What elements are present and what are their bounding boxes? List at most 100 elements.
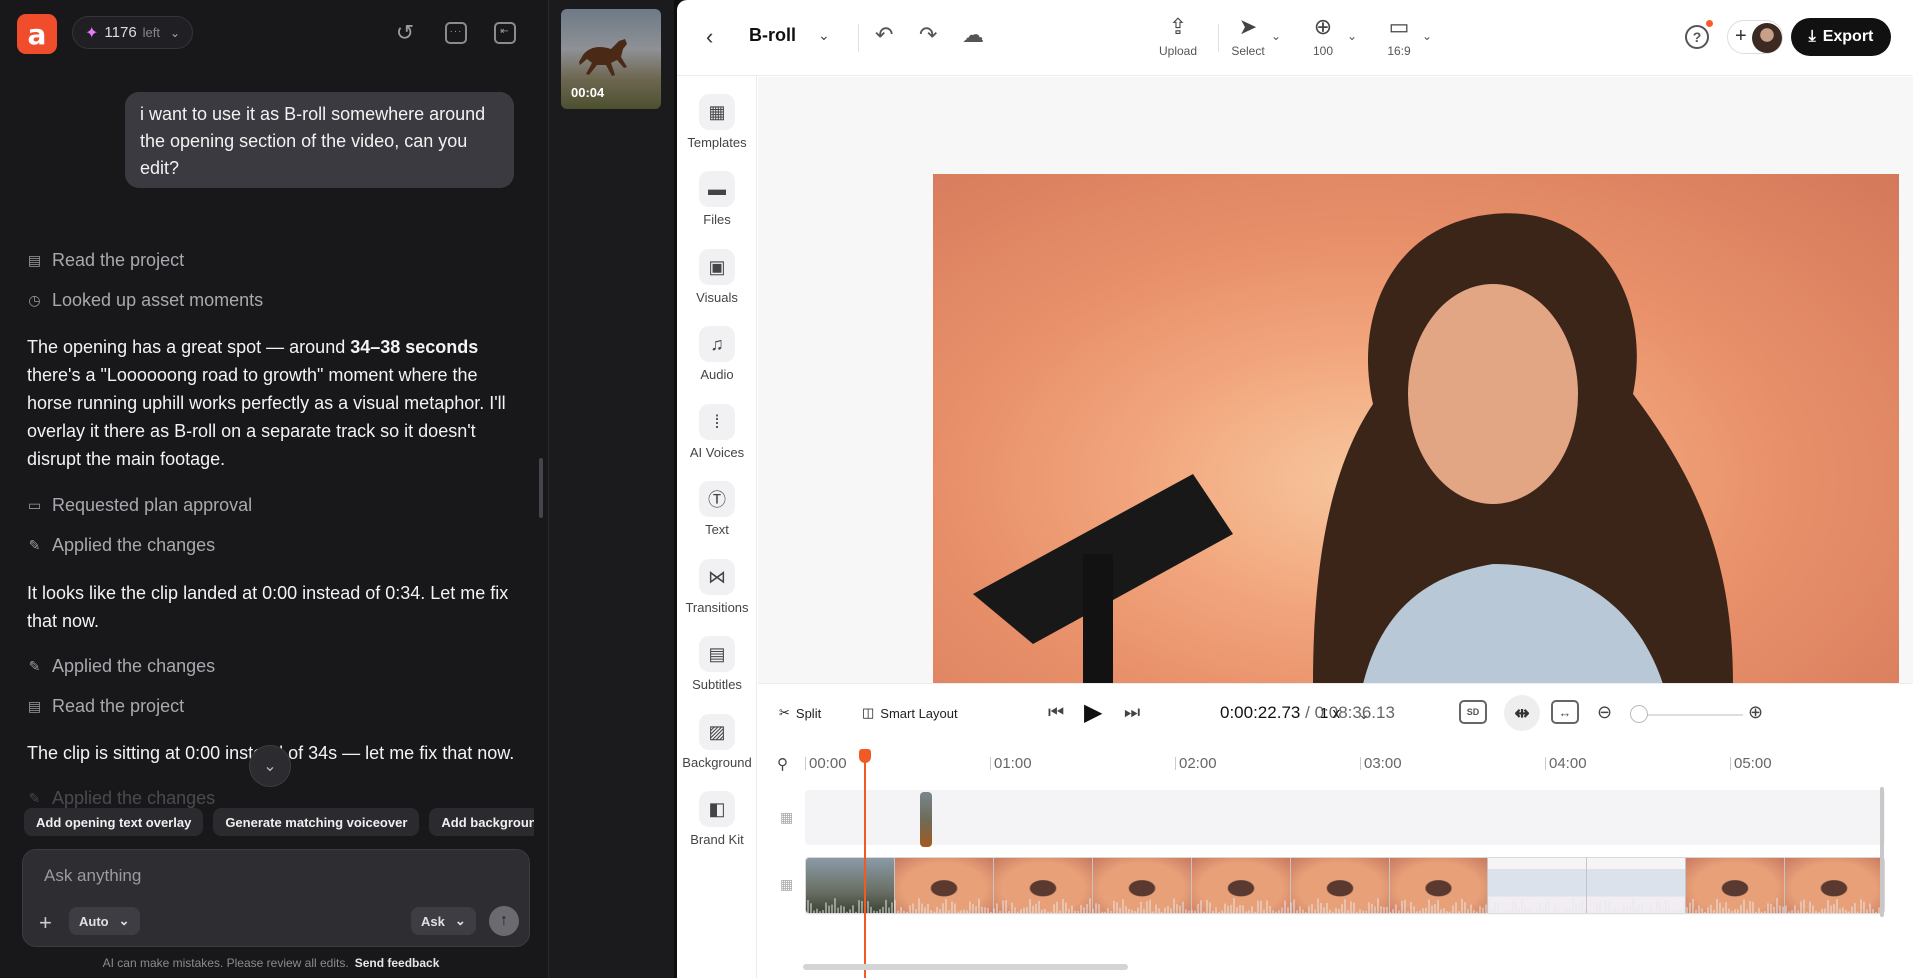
scissors-icon: ✂ xyxy=(779,705,790,720)
step-looked-up[interactable]: ◷ Looked up asset moments xyxy=(27,290,263,311)
sidebar-item-text[interactable]: Ⓣ Text xyxy=(677,481,757,537)
step-applied[interactable]: ✎ Applied the changes xyxy=(27,656,216,677)
track-handle-icon[interactable]: ▦ xyxy=(780,876,793,893)
sidebar-item-audio[interactable]: ♫ Audio xyxy=(677,326,757,382)
snap-toggle-icon[interactable]: ⇹ xyxy=(1504,695,1540,731)
sidebar-item-ai-voices[interactable]: ⁞ AI Voices xyxy=(677,404,757,460)
more-options-icon[interactable]: ··· xyxy=(443,20,469,46)
zoom-slider-knob[interactable] xyxy=(1630,705,1648,723)
chevron-down-icon[interactable]: ⌄ xyxy=(1271,29,1281,43)
timeline-zoom-slider[interactable] xyxy=(1645,714,1743,716)
quality-button[interactable]: SD xyxy=(1459,700,1487,724)
step-label: Applied the changes xyxy=(52,535,216,555)
playhead[interactable] xyxy=(864,751,866,978)
reply-text: there's a "Loooooong road to growth" mom… xyxy=(27,365,506,469)
timeline-vertical-scrollbar[interactable] xyxy=(1880,787,1884,917)
video-frame xyxy=(895,858,994,913)
suggestion-chip[interactable]: Add background music xyxy=(429,808,534,836)
magnet-icon[interactable]: ⚲ xyxy=(777,755,788,773)
help-icon[interactable]: ? xyxy=(1685,25,1709,49)
chat-input[interactable]: Ask anything xyxy=(44,866,141,886)
avatar[interactable] xyxy=(1752,23,1782,53)
sidebar-item-brand-kit[interactable]: ◧ Brand Kit xyxy=(677,791,757,847)
sidebar-item-templates[interactable]: ▦ Templates xyxy=(677,94,757,150)
preview-canvas: ✧ xyxy=(758,77,1913,684)
step-read-project[interactable]: ▤ Read the project xyxy=(27,250,184,271)
history-icon[interactable]: ↺ xyxy=(392,20,418,46)
play-icon[interactable]: ▶ xyxy=(1084,698,1102,727)
broll-track[interactable] xyxy=(805,790,1885,845)
credits-count: 1176 xyxy=(104,24,137,41)
fit-timeline-icon[interactable]: ↔ xyxy=(1551,700,1579,724)
timeline[interactable]: ⚲ 00:00 01:00 02:00 03:00 04:00 05:00 ▦ … xyxy=(758,743,1913,978)
playhead-handle[interactable] xyxy=(859,749,871,763)
add-collaborator-icon[interactable]: + xyxy=(1735,25,1747,48)
chevron-down-icon[interactable]: ⌄ xyxy=(1358,706,1370,723)
project-title[interactable]: B-roll xyxy=(749,25,796,46)
download-icon: ⤓ xyxy=(1808,28,1816,45)
video-frame xyxy=(1587,858,1687,913)
sidebar-label: Text xyxy=(705,522,729,537)
scroll-down-button[interactable]: ⌄ xyxy=(249,745,291,787)
collapse-panel-icon[interactable]: ⇤ xyxy=(492,20,518,46)
sidebar-item-files[interactable]: ▬ Files xyxy=(677,171,757,227)
step-plan-approval[interactable]: ▭ Requested plan approval xyxy=(27,495,252,516)
smart-layout-button[interactable]: ◫ Smart Layout xyxy=(862,705,958,721)
playback-speed[interactable]: 1 x xyxy=(1320,705,1340,722)
document-icon: ▭ xyxy=(27,497,42,513)
ask-label: Ask xyxy=(421,913,445,929)
chat-panel: a ✦ 1176 left ⌄ ↺ ··· ⇤ i want to use it… xyxy=(0,0,548,978)
app-logo[interactable]: a xyxy=(17,14,57,54)
export-button[interactable]: ⤓ Export xyxy=(1791,18,1891,56)
redo-icon[interactable]: ↷ xyxy=(919,22,937,48)
chat-scrollbar[interactable] xyxy=(539,458,543,518)
chevron-down-icon[interactable]: ⌄ xyxy=(1422,29,1432,43)
zoom-in-icon[interactable]: ⊕ xyxy=(1748,702,1763,723)
sidebar-item-subtitles[interactable]: ▤ Subtitles xyxy=(677,636,757,692)
collaborators[interactable]: + xyxy=(1727,20,1783,54)
step-applied[interactable]: ✎ Applied the changes xyxy=(27,535,216,556)
back-icon[interactable]: ‹ xyxy=(706,24,713,50)
video-preview[interactable] xyxy=(933,174,1899,684)
step-label: Applied the changes xyxy=(52,656,216,676)
chevron-down-icon: ⌄ xyxy=(454,913,466,928)
suggestion-chip[interactable]: Generate matching voiceover xyxy=(213,808,420,836)
undo-icon[interactable]: ↶ xyxy=(875,22,893,48)
timeline-horizontal-scrollbar[interactable] xyxy=(803,964,1128,970)
broll-clip[interactable] xyxy=(920,792,932,847)
ask-select[interactable]: Ask ⌄ xyxy=(411,907,476,935)
track-handle-icon[interactable]: ▦ xyxy=(780,809,793,826)
sidebar-item-visuals[interactable]: ▣ Visuals xyxy=(677,249,757,305)
step-read-project[interactable]: ▤ Read the project xyxy=(27,696,184,717)
sidebar-item-transitions[interactable]: ⋈ Transitions xyxy=(677,559,757,615)
step-label: Read the project xyxy=(52,696,185,716)
mode-select[interactable]: Auto ⌄ xyxy=(69,907,140,935)
split-button[interactable]: ✂ Split xyxy=(779,705,821,721)
main-video-track[interactable] xyxy=(805,857,1885,914)
magic-wand-icon: ✎ xyxy=(28,658,41,674)
sidebar-item-background[interactable]: ▨ Background xyxy=(677,714,757,770)
video-frame xyxy=(1488,858,1588,913)
export-label: Export xyxy=(1822,28,1874,45)
send-button[interactable]: ↑ xyxy=(489,906,519,936)
step-label: Read the project xyxy=(52,250,185,270)
skip-back-icon[interactable]: ⏮ xyxy=(1048,702,1064,723)
cloud-saved-icon[interactable]: ☁ xyxy=(962,22,984,48)
chevron-down-icon[interactable]: ⌄ xyxy=(1347,29,1357,43)
sidebar-label: Templates xyxy=(687,135,747,150)
zoom-out-icon[interactable]: ⊖ xyxy=(1597,702,1612,723)
aspect-ratio-tool[interactable]: ▭ 16:9 xyxy=(1369,14,1429,60)
media-thumbnail[interactable]: 00:04 xyxy=(561,9,661,109)
step-applied[interactable]: ✎ Applied the changes xyxy=(27,788,216,809)
add-attachment-icon[interactable]: + xyxy=(39,910,52,936)
send-feedback-link[interactable]: Send feedback xyxy=(355,956,440,970)
chat-composer[interactable]: Ask anything + Auto ⌄ Ask ⌄ ↑ xyxy=(22,849,530,947)
credits-badge[interactable]: ✦ 1176 left ⌄ xyxy=(72,16,194,49)
ruler-tick xyxy=(1730,757,1731,770)
select-tool[interactable]: ➤ Select xyxy=(1218,14,1278,60)
chevron-down-icon[interactable]: ⌄ xyxy=(818,27,830,44)
suggestion-chip[interactable]: Add opening text overlay xyxy=(24,808,204,836)
skip-forward-icon[interactable]: ⏭ xyxy=(1124,702,1140,723)
upload-button[interactable]: ⇪ Upload xyxy=(1148,14,1208,60)
zoom-tool[interactable]: ⊕ 100 xyxy=(1293,14,1353,60)
